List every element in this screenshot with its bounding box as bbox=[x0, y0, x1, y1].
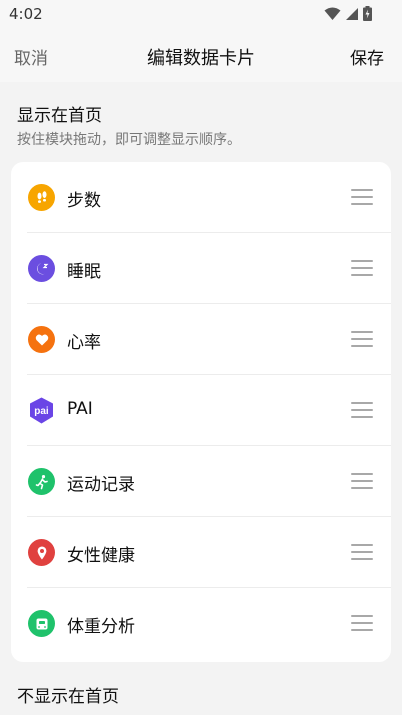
drag-handle-icon[interactable] bbox=[351, 402, 373, 418]
moon-icon bbox=[28, 255, 55, 282]
card-row-steps[interactable]: 步数 bbox=[11, 162, 391, 233]
card-label: 睡眠 bbox=[67, 262, 101, 282]
female-health-icon bbox=[28, 539, 55, 566]
card-label: PAI bbox=[67, 399, 93, 419]
card-row-weight[interactable]: 体重分析 bbox=[11, 588, 391, 659]
drag-handle-icon[interactable] bbox=[351, 615, 373, 631]
footsteps-icon bbox=[28, 184, 55, 211]
card-label: 体重分析 bbox=[67, 617, 135, 637]
heart-icon bbox=[28, 326, 55, 353]
pai-icon-text: pai bbox=[34, 406, 49, 417]
cellular-signal-icon bbox=[346, 7, 358, 20]
hidden-section-title: 不显示在首页 bbox=[17, 687, 119, 707]
shown-section-subtitle: 按住模块拖动，即可调整显示顺序。 bbox=[17, 132, 241, 148]
card-label: 步数 bbox=[67, 191, 101, 211]
drag-handle-icon[interactable] bbox=[351, 260, 373, 276]
card-row-workout[interactable]: 运动记录 bbox=[11, 446, 391, 517]
card-row-sleep[interactable]: 睡眠 bbox=[11, 233, 391, 304]
card-label: 心率 bbox=[67, 333, 101, 353]
scale-icon bbox=[28, 610, 55, 637]
card-row-heart-rate[interactable]: 心率 bbox=[11, 304, 391, 375]
status-time: 4:02 bbox=[9, 5, 43, 23]
shown-cards-list: 步数 睡眠 心率 pai PAI 运动记录 女性健康 体重分析 bbox=[11, 162, 391, 662]
card-label: 女性健康 bbox=[67, 546, 135, 566]
wifi-icon bbox=[324, 7, 341, 20]
drag-handle-icon[interactable] bbox=[351, 189, 373, 205]
card-row-pai[interactable]: pai PAI bbox=[11, 375, 391, 446]
status-bar: 4:02 bbox=[0, 0, 402, 28]
nav-bar: 取消 编辑数据卡片 保存 bbox=[0, 28, 402, 82]
drag-handle-icon[interactable] bbox=[351, 473, 373, 489]
card-label: 运动记录 bbox=[67, 475, 135, 495]
card-row-female-health[interactable]: 女性健康 bbox=[11, 517, 391, 588]
drag-handle-icon[interactable] bbox=[351, 544, 373, 560]
running-icon bbox=[28, 468, 55, 495]
save-button[interactable]: 保存 bbox=[350, 44, 384, 69]
page-title: 编辑数据卡片 bbox=[147, 48, 255, 69]
pai-icon: pai bbox=[28, 397, 55, 424]
shown-section-title: 显示在首页 bbox=[17, 106, 102, 126]
drag-handle-icon[interactable] bbox=[351, 331, 373, 347]
battery-charging-icon bbox=[363, 6, 372, 21]
status-icons bbox=[324, 6, 372, 21]
